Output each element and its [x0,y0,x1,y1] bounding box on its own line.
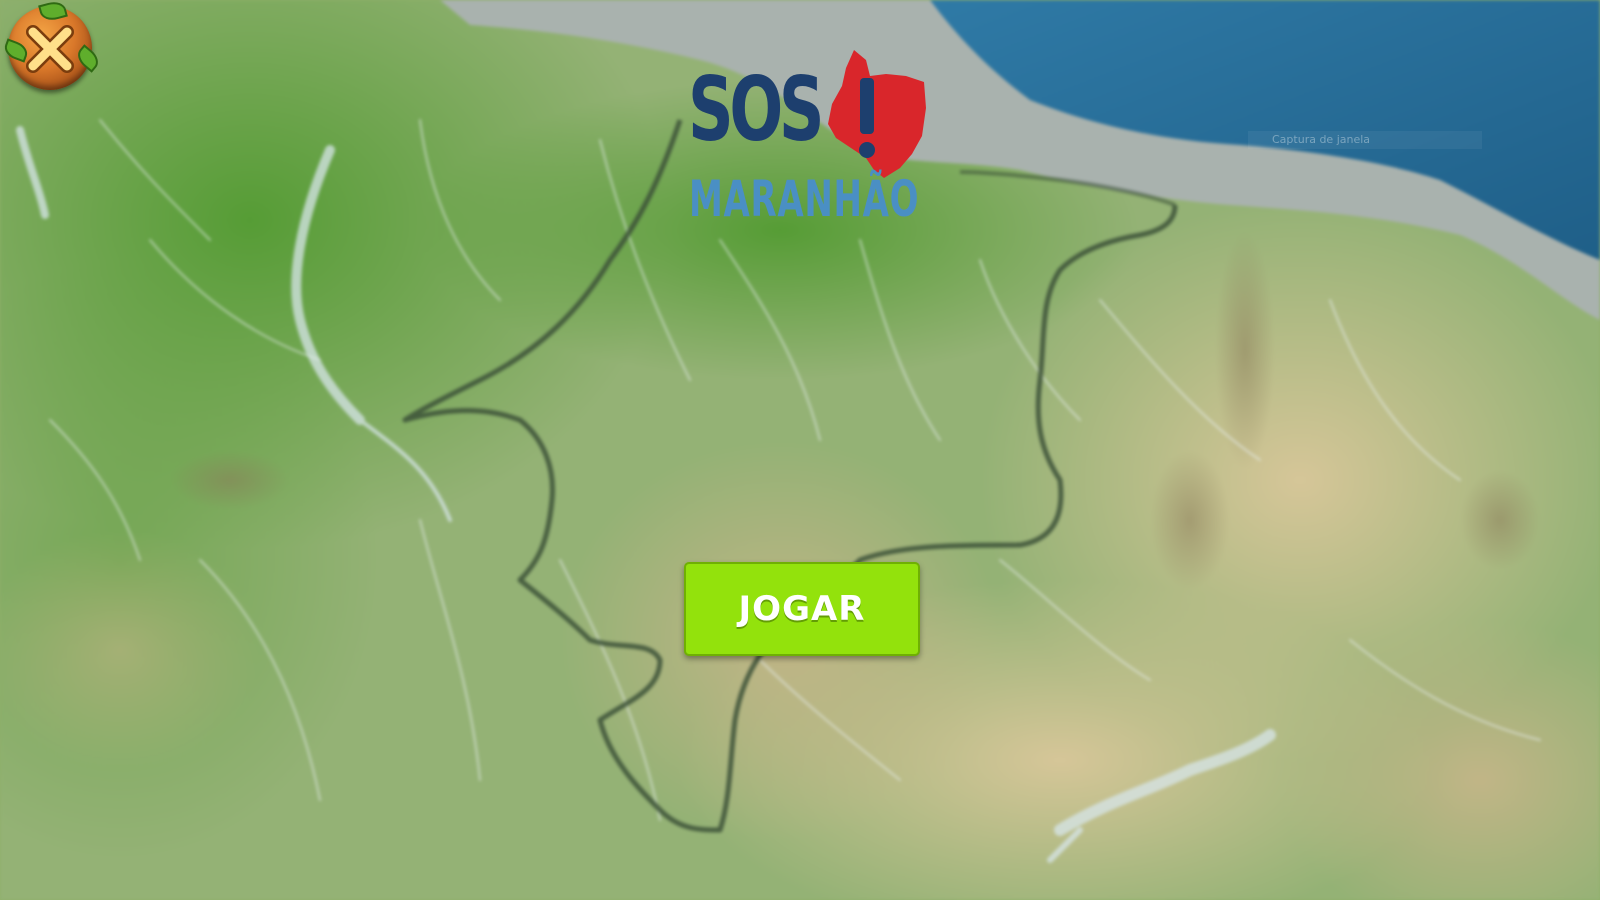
play-button[interactable]: JOGAR [684,562,920,656]
overlay-caption: Captura de janela [1248,131,1482,149]
close-button[interactable] [1,0,103,90]
game-screen: Captura de janela SOS MARANHÃO JOGAR [0,0,1600,900]
logo-title: SOS [688,58,824,161]
state-map-exclamation-icon [828,50,926,178]
play-button-label: JOGAR [738,589,866,629]
game-logo: SOS MARANHÃO [688,44,938,234]
logo-subtitle: MARANHÃO [689,170,920,228]
close-x-icon [26,25,74,73]
